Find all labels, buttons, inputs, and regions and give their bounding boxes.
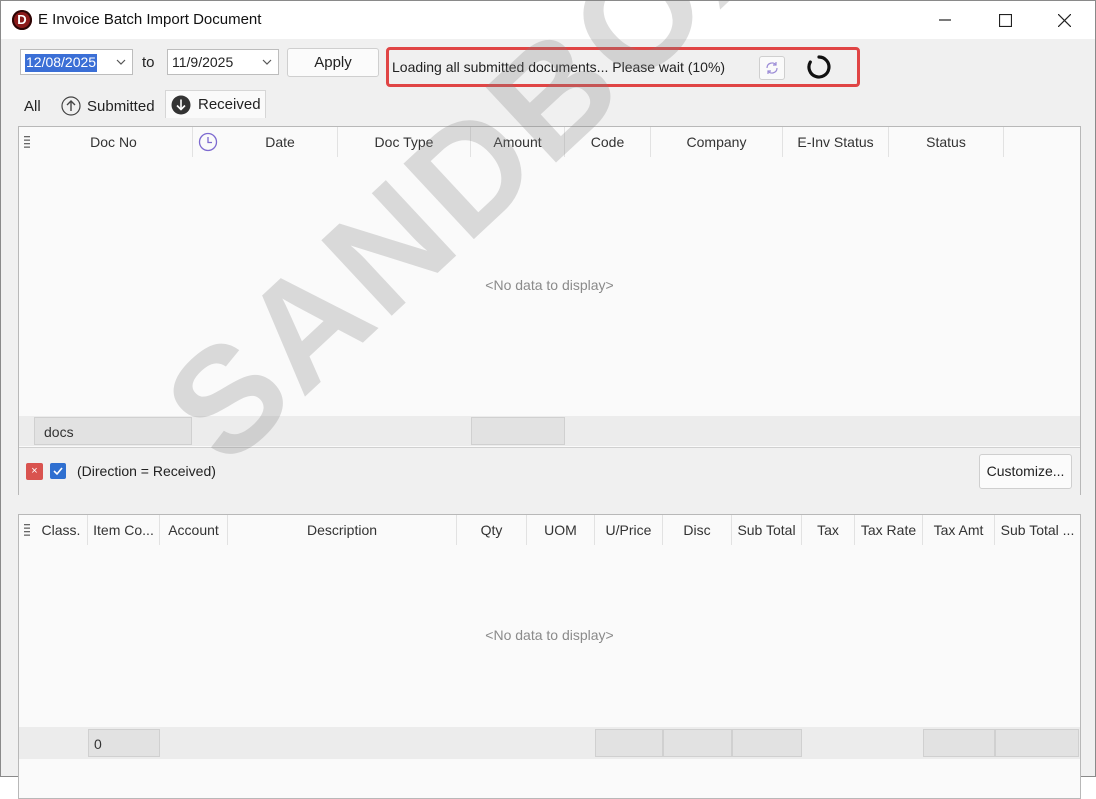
u-price-summary-cell <box>595 729 663 757</box>
date-to-value[interactable]: 11/9/2025 <box>172 54 233 70</box>
minimize-button[interactable] <box>916 1 974 39</box>
tab-submitted-label: Submitted <box>87 97 155 115</box>
docs-summary-cell: docs <box>34 417 192 445</box>
documents-grid: Doc No Date Doc Type Amount Code Company… <box>18 126 1081 495</box>
tab-all[interactable]: All <box>13 93 53 119</box>
filter-expression-text[interactable]: (Direction = Received) <box>77 463 216 479</box>
refresh-icon <box>766 62 778 74</box>
col-description[interactable]: Description <box>228 515 457 545</box>
content-area: 12/08/2025 to 11/9/2025 Apply Loading al… <box>11 39 1087 799</box>
window-title: E Invoice Batch Import Document <box>38 11 262 28</box>
documents-grid-footer: docs <box>19 416 1080 446</box>
tab-received[interactable]: Received <box>165 90 266 118</box>
date-from-value[interactable]: 12/08/2025 <box>25 54 98 70</box>
close-icon <box>1057 13 1071 27</box>
col-item-code[interactable]: Item Co... <box>88 515 160 545</box>
item-count-summary-cell: 0 <box>88 729 160 757</box>
col-date-clock[interactable] <box>193 127 223 157</box>
to-label: to <box>142 54 155 71</box>
app-logo-icon: D <box>12 10 32 30</box>
tab-all-label: All <box>24 97 41 115</box>
date-to-picker[interactable]: 11/9/2025 <box>167 49 279 75</box>
col-class[interactable]: Class. <box>35 515 88 545</box>
col-qty[interactable]: Qty <box>457 515 527 545</box>
tax-amt-summary-cell <box>923 729 995 757</box>
apply-button[interactable]: Apply <box>287 48 379 77</box>
filter-enabled-checkbox[interactable] <box>50 463 66 479</box>
col-doc-no[interactable]: Doc No <box>35 127 193 157</box>
chevron-down-icon[interactable] <box>260 55 274 69</box>
documents-empty-text: <No data to display> <box>485 277 614 293</box>
col-date[interactable]: Date <box>223 127 338 157</box>
col-uom[interactable]: UOM <box>527 515 595 545</box>
customize-button[interactable]: Customize... <box>979 454 1072 489</box>
filter-panel: × (Direction = Received) Customize... <box>19 447 1080 495</box>
details-grid-header: Class. Item Co... Account Description Qt… <box>19 515 1080 545</box>
details-grid-footer: 0 <box>19 727 1080 759</box>
column-chooser-icon[interactable] <box>24 136 30 148</box>
col-disc[interactable]: Disc <box>663 515 732 545</box>
checkmark-icon <box>53 467 63 476</box>
maximize-button[interactable] <box>976 1 1034 39</box>
details-grid: Class. Item Co... Account Description Qt… <box>18 514 1081 799</box>
col-company[interactable]: Company <box>651 127 783 157</box>
col-e-inv-status[interactable]: E-Inv Status <box>783 127 889 157</box>
main-window: D E Invoice Batch Import Document 12/08/… <box>0 0 1096 799</box>
col-doc-type[interactable]: Doc Type <box>338 127 471 157</box>
col-tax-rate[interactable]: Tax Rate <box>855 515 923 545</box>
sub-total-summary-cell <box>732 729 802 757</box>
amount-summary-cell <box>471 417 565 445</box>
arrow-down-circle-icon <box>171 95 191 114</box>
minimize-icon <box>939 19 951 21</box>
date-from-value-wrap: 12/08/2025 <box>25 54 98 72</box>
col-tax[interactable]: Tax <box>802 515 855 545</box>
col-sub-total[interactable]: Sub Total <box>732 515 802 545</box>
column-chooser-icon[interactable] <box>24 524 30 536</box>
loading-status-box: Loading all submitted documents... Pleas… <box>386 47 860 87</box>
col-code[interactable]: Code <box>565 127 651 157</box>
col-amount[interactable]: Amount <box>471 127 565 157</box>
arrow-up-circle-icon <box>61 96 81 116</box>
col-account[interactable]: Account <box>160 515 228 545</box>
clock-icon <box>198 132 218 152</box>
tab-submitted[interactable]: Submitted <box>59 93 169 119</box>
tab-received-label: Received <box>198 96 261 113</box>
details-empty-text: <No data to display> <box>485 627 614 643</box>
col-u-price[interactable]: U/Price <box>595 515 663 545</box>
documents-grid-header: Doc No Date Doc Type Amount Code Company… <box>19 127 1080 157</box>
date-from-picker[interactable]: 12/08/2025 <box>20 49 133 75</box>
col-status[interactable]: Status <box>889 127 1004 157</box>
chevron-down-icon[interactable] <box>114 55 128 69</box>
loading-status-text: Loading all submitted documents... Pleas… <box>392 59 726 75</box>
clear-filter-button[interactable]: × <box>26 463 43 480</box>
col-tax-amt[interactable]: Tax Amt <box>923 515 995 545</box>
col-sub-total-2[interactable]: Sub Total ... <box>995 515 1080 545</box>
disc-summary-cell <box>663 729 732 757</box>
close-icon: × <box>31 465 38 477</box>
title-bar: D E Invoice Batch Import Document <box>1 1 1095 39</box>
close-button[interactable] <box>1035 1 1093 39</box>
loading-spinner-icon <box>807 55 831 79</box>
refresh-button[interactable] <box>759 56 785 80</box>
maximize-icon <box>998 13 1012 27</box>
sub-total-2-summary-cell <box>995 729 1079 757</box>
